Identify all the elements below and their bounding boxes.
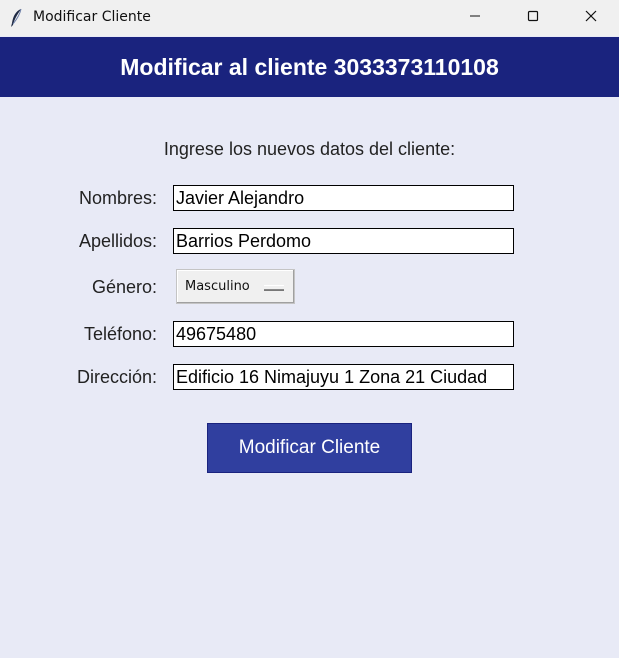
maximize-icon <box>527 9 539 27</box>
apellidos-field[interactable] <box>173 228 514 254</box>
close-icon <box>585 9 597 27</box>
option-menu-indicator-icon <box>264 285 284 290</box>
window-title: Modificar Cliente <box>33 9 151 25</box>
telefono-field[interactable] <box>173 321 514 347</box>
feather-icon <box>8 8 26 28</box>
nombres-field[interactable] <box>173 185 514 211</box>
maximize-button[interactable] <box>504 0 562 36</box>
minimize-button[interactable] <box>446 0 504 36</box>
apellidos-label: Apellidos: <box>78 231 157 251</box>
page-title: Modificar al cliente 3033373110108 <box>120 53 499 80</box>
modificar-cliente-button[interactable]: Modificar Cliente <box>207 423 412 473</box>
nombres-label: Nombres: <box>78 188 157 208</box>
direccion-field[interactable] <box>173 364 514 390</box>
genero-select-value: Masculino <box>185 279 250 294</box>
title-bar: Modificar Cliente <box>0 0 619 36</box>
direccion-label: Dirección: <box>76 367 157 387</box>
close-button[interactable] <box>562 0 619 36</box>
modificar-cliente-button-label: Modificar Cliente <box>238 437 381 458</box>
genero-label: Género: <box>91 277 157 297</box>
form-panel: Ingrese los nuevos datos del cliente: No… <box>0 97 619 658</box>
genero-select[interactable]: Masculino <box>176 269 295 304</box>
minimize-icon <box>469 9 481 27</box>
page-header: Modificar al cliente 3033373110108 <box>0 37 619 97</box>
form-subtitle-text: Ingrese los nuevos datos del cliente: <box>163 139 456 159</box>
form-subtitle: Ingrese los nuevos datos del cliente: <box>0 139 619 160</box>
telefono-label: Teléfono: <box>83 324 157 344</box>
